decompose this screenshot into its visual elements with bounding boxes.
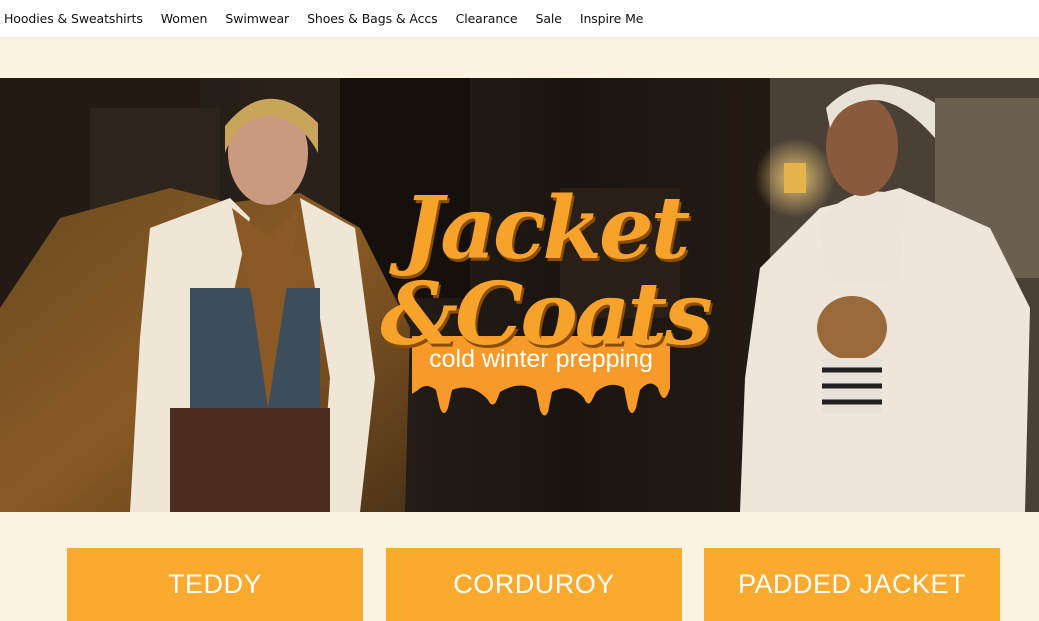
category-corduroy-button[interactable]: CORDUROY xyxy=(386,548,682,621)
nav-item-sale[interactable]: Sale xyxy=(536,11,562,26)
nav-item-clearance[interactable]: Clearance xyxy=(456,11,518,26)
hero-subtitle: cold winter prepping xyxy=(429,344,653,373)
hero-title: Jacket &Coats xyxy=(380,178,712,365)
category-buttons: TEDDY CORDUROY PADDED JACKET xyxy=(0,548,1039,621)
hero-banner[interactable]: Jacket &Coats cold winter prepping xyxy=(0,78,1039,512)
category-padded-jacket-button[interactable]: PADDED JACKET xyxy=(704,548,1000,621)
category-teddy-button[interactable]: TEDDY xyxy=(67,548,363,621)
nav-item-shoes-bags-accs[interactable]: Shoes & Bags & Accs xyxy=(307,11,438,26)
top-navigation: Hoodies & Sweatshirts Women Swimwear Sho… xyxy=(0,0,1039,37)
nav-item-inspire-me[interactable]: Inspire Me xyxy=(580,11,644,26)
nav-item-women[interactable]: Women xyxy=(161,11,208,26)
nav-item-hoodies-sweatshirts[interactable]: Hoodies & Sweatshirts xyxy=(4,11,143,26)
nav-item-swimwear[interactable]: Swimwear xyxy=(225,11,289,26)
